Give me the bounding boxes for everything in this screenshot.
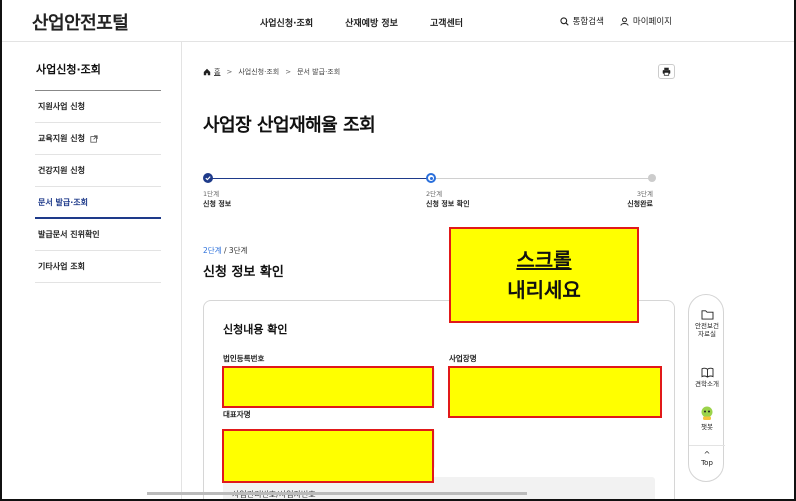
sidebar-item-support-apply[interactable]: 지원사업 신청 (35, 91, 161, 123)
mypage-label: 마이페이지 (632, 17, 672, 27)
step-3-dot (648, 174, 656, 182)
sidebar-item-label: 발급문서 진위확인 (38, 230, 100, 239)
progress-stepper: 1단계 신청 정보 2단계 신청 정보 확인 3단계 신청완료 (203, 172, 656, 212)
check-icon (205, 176, 211, 181)
callout-line-1: 스크롤 (516, 248, 572, 272)
step-1-name: 신청 정보 (203, 200, 232, 208)
user-icon (620, 16, 629, 26)
print-icon (662, 67, 671, 76)
scroll-top-label: Top (701, 459, 713, 467)
representative-name-label: 대표자명 (223, 410, 251, 419)
sidebar-item-document-issue[interactable]: 문서 발급·조회 (35, 187, 161, 219)
breadcrumb: 홈 > 사업신청·조회 > 문서 발급·조회 (203, 67, 340, 77)
quick-menu: 안전보건 자료실 견학소개 챗봇 ^ Top (688, 294, 725, 482)
book-icon (701, 367, 713, 378)
chatbot-icon (701, 406, 713, 420)
scroll-hint-callout: 스크롤 내리세요 (449, 227, 639, 323)
page-title: 사업장 산업재해율 조회 (203, 115, 376, 136)
sidebar-item-label: 기타사업 조회 (38, 262, 85, 271)
search-button[interactable]: 통합검색 (559, 15, 604, 27)
stepper-track-pending (435, 178, 653, 179)
quick-item-label: 견학소개 (695, 380, 719, 388)
sidebar: 사업신청·조회 지원사업 신청 교육지원 신청 건강지원 신청 문서 발급·조회… (2, 42, 182, 499)
sidebar-item-health-apply[interactable]: 건강지원 신청 (35, 155, 161, 187)
chevron-right-icon: > (226, 68, 233, 76)
quick-item-tour[interactable]: 견학소개 (689, 367, 725, 388)
step-2-number: 2단계 (426, 190, 443, 198)
breadcrumb-home[interactable]: 홈 (214, 67, 220, 77)
sidebar-list: 지원사업 신청 교육지원 신청 건강지원 신청 문서 발급·조회 발급문서 진위… (35, 91, 161, 283)
horizontal-scrollbar[interactable] (147, 492, 527, 495)
browser-frame: 산업안전포털 사업신청·조회 산재예방 정보 고객센터 통합검색 마이페이지 사… (0, 0, 796, 501)
section-title: 신청 정보 확인 (203, 265, 284, 280)
step-1-dot (203, 173, 213, 183)
callout-line-2: 내리세요 (507, 278, 581, 302)
step-counter-current: 2단계 (203, 246, 222, 255)
sidebar-item-label: 지원사업 신청 (38, 102, 85, 111)
home-icon (203, 68, 211, 76)
sidebar-item-document-verify[interactable]: 발급문서 진위확인 (35, 219, 161, 251)
sidebar-item-label: 건강지원 신청 (38, 166, 85, 175)
external-link-icon (90, 134, 98, 143)
chevron-right-icon: > (285, 68, 292, 76)
workplace-name-label: 사업장명 (449, 354, 477, 363)
search-label: 통합검색 (572, 17, 604, 27)
sidebar-item-education-apply[interactable]: 교육지원 신청 (35, 123, 161, 155)
mypage-button[interactable]: 마이페이지 (620, 15, 672, 27)
search-icon (559, 16, 569, 26)
utility-menu: 통합검색 마이페이지 (544, 15, 672, 27)
step-3-name: 신청완료 (627, 200, 653, 208)
quick-item-label: 안전보건 자료실 (695, 322, 719, 339)
redaction-box (448, 366, 662, 418)
sidebar-title: 사업신청·조회 (36, 63, 101, 76)
nav-item-apply[interactable]: 사업신청·조회 (260, 16, 313, 29)
quick-item-chatbot[interactable]: 챗봇 (689, 405, 725, 431)
step-counter: 2단계 / 3단계 (203, 245, 247, 256)
sidebar-item-label: 문서 발급·조회 (38, 197, 88, 207)
redaction-box (222, 366, 434, 408)
step-3-number: 3단계 (636, 190, 653, 198)
quick-item-label: 챗봇 (701, 423, 713, 431)
step-2-dot (426, 173, 436, 183)
breadcrumb-item[interactable]: 사업신청·조회 (238, 67, 279, 77)
quick-item-safety-library[interactable]: 안전보건 자료실 (689, 309, 725, 339)
sidebar-item-label: 교육지원 신청 (38, 134, 85, 143)
folder-icon (701, 310, 713, 320)
site-logo[interactable]: 산업안전포털 (32, 9, 129, 35)
sidebar-item-other-business[interactable]: 기타사업 조회 (35, 251, 161, 283)
step-2-name: 신청 정보 확인 (426, 200, 470, 208)
step-counter-total: / 3단계 (221, 246, 248, 255)
chevron-up-icon: ^ (703, 450, 711, 459)
nav-item-prevention-info[interactable]: 산재예방 정보 (345, 16, 398, 29)
global-nav: 사업신청·조회 산재예방 정보 고객센터 (260, 16, 495, 29)
corp-reg-number-label: 법인등록번호 (223, 354, 265, 363)
stepper-track-complete (208, 178, 430, 179)
nav-item-customer-center[interactable]: 고객센터 (430, 16, 463, 29)
breadcrumb-item[interactable]: 문서 발급·조회 (297, 67, 340, 77)
site-header: 산업안전포털 사업신청·조회 산재예방 정보 고객센터 통합검색 마이페이지 (2, 0, 794, 42)
step-1-number: 1단계 (203, 190, 220, 198)
print-button[interactable] (658, 64, 675, 79)
card-title: 신청내용 확인 (223, 323, 288, 336)
redaction-box (222, 429, 434, 483)
scroll-top-button[interactable]: ^ Top (689, 445, 725, 481)
